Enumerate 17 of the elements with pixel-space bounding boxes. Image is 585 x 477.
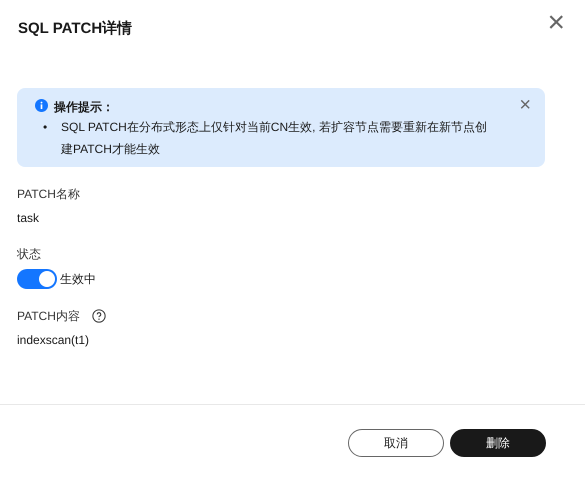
field-value: task <box>17 210 40 227</box>
field-label: PATCH名称 <box>17 186 80 203</box>
bullet-mark: • <box>43 119 48 136</box>
delete-button[interactable]: 删除 <box>450 429 546 457</box>
cancel-button[interactable]: 取消 <box>348 429 444 457</box>
close-button[interactable]: × <box>547 8 565 38</box>
alert-message: SQL PATCH在分布式形态上仅针对当前CN生效, 若扩容节点需要重新在新节点创建PATCH才能生效 <box>61 119 488 158</box>
alert-title: 操作提示： <box>54 99 115 116</box>
help-icon[interactable] <box>92 309 106 323</box>
dialog-title: SQL PATCH详情 <box>18 20 132 38</box>
field-value: indexscan(t1) <box>17 332 90 349</box>
field-label: PATCH内容 <box>17 308 80 325</box>
alert-close-button[interactable]: × <box>519 95 531 115</box>
info-icon <box>35 99 48 112</box>
field-label: 状态 <box>17 246 41 263</box>
status-text: 生效中 <box>60 271 96 288</box>
toggle-switch[interactable] <box>17 269 57 289</box>
